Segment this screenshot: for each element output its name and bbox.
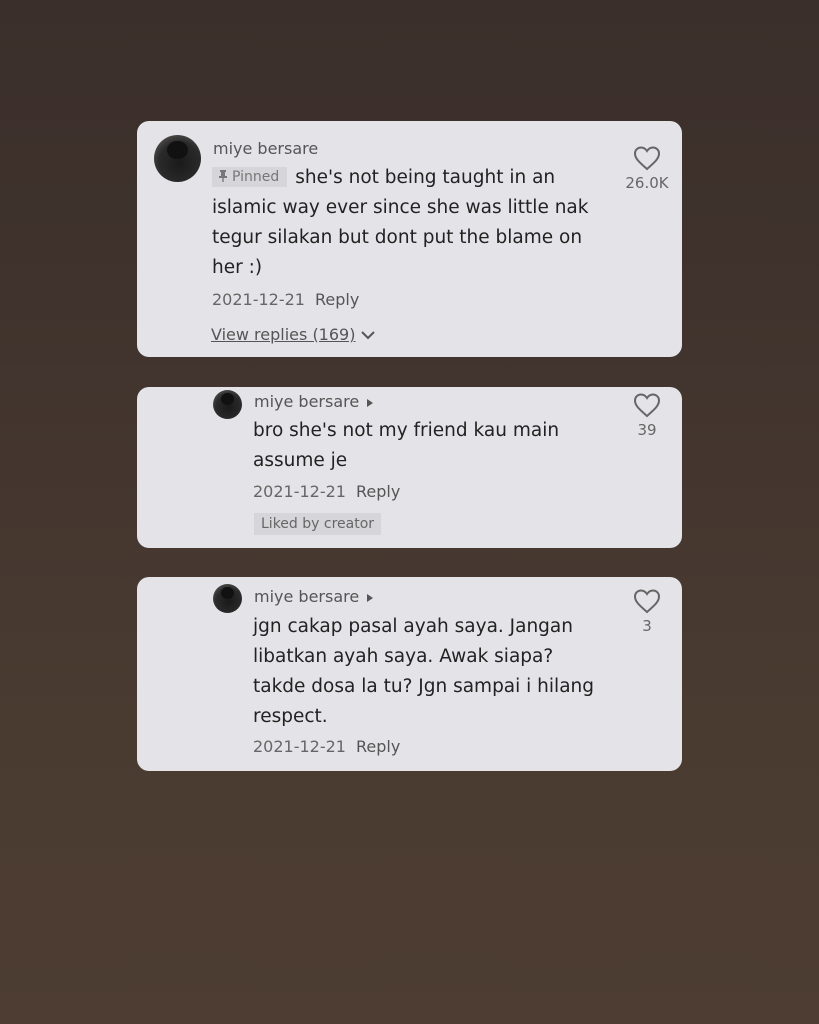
- reply-card: miye bersare jgn cakap pasal ayah saya. …: [137, 577, 682, 771]
- reply-text: jgn cakap pasal ayah saya. Jangan libatk…: [253, 612, 623, 732]
- reply-button[interactable]: Reply: [315, 290, 359, 309]
- like-count: 3: [642, 617, 652, 635]
- heart-outline-icon[interactable]: [633, 393, 661, 418]
- reply-username[interactable]: miye bersare: [254, 392, 374, 411]
- reply-line: jgn cakap pasal ayah saya. Jangan: [253, 616, 573, 637]
- comment-line: her :): [212, 257, 263, 278]
- reply-text: bro she's not my friend kau main assume …: [253, 416, 593, 476]
- comment-card-pinned: miye bersare Pinned she's not being taugh…: [137, 121, 682, 357]
- comment-text: Pinned she's not being taught in an islam…: [212, 163, 612, 283]
- like-count: 26.0K: [625, 174, 669, 192]
- like-control[interactable]: 26.0K: [612, 146, 682, 192]
- reply-meta: 2021-12-21 Reply: [253, 737, 400, 756]
- heart-outline-icon[interactable]: [633, 146, 661, 171]
- avatar[interactable]: [213, 390, 242, 419]
- pin-icon: [219, 170, 227, 182]
- reply-button[interactable]: Reply: [356, 737, 400, 756]
- reply-line: takde dosa la tu? Jgn sampai i hilang: [253, 676, 594, 697]
- reply-date: 2021-12-21: [253, 482, 346, 501]
- reply-date: 2021-12-21: [253, 737, 346, 756]
- comment-date: 2021-12-21: [212, 290, 305, 309]
- play-arrow-icon: [367, 398, 374, 407]
- reply-line: libatkan ayah saya. Awak siapa?: [253, 646, 554, 667]
- like-control[interactable]: 39: [612, 393, 682, 439]
- reply-line: bro she's not my friend kau main: [253, 420, 560, 441]
- play-arrow-icon: [367, 593, 374, 602]
- liked-by-creator-badge: Liked by creator: [254, 513, 382, 535]
- heart-outline-icon[interactable]: [633, 589, 661, 614]
- comment-line: she's not being taught in an: [295, 167, 556, 188]
- reply-username-label: miye bersare: [254, 587, 360, 606]
- comment-username[interactable]: miye bersare: [213, 139, 318, 158]
- view-replies-label: View replies (169): [211, 325, 356, 344]
- reply-username-label: miye bersare: [254, 392, 360, 411]
- like-count: 39: [637, 421, 657, 439]
- reply-button[interactable]: Reply: [356, 482, 400, 501]
- reply-username[interactable]: miye bersare: [254, 587, 374, 606]
- comment-line: tegur silakan but dont put the blame on: [212, 227, 583, 248]
- chevron-down-icon: [361, 331, 376, 340]
- pinned-badge: Pinned: [212, 167, 288, 187]
- reply-card: miye bersare bro she's not my friend kau…: [137, 387, 682, 548]
- comment-meta: 2021-12-21 Reply: [212, 290, 359, 309]
- avatar[interactable]: [213, 584, 242, 613]
- view-replies-button[interactable]: View replies (169): [211, 325, 376, 344]
- comment-line: islamic way ever since she was little na…: [212, 197, 589, 218]
- reply-line: assume je: [253, 450, 348, 471]
- like-control[interactable]: 3: [612, 589, 682, 635]
- pinned-label: Pinned: [232, 169, 280, 185]
- reply-line: respect.: [253, 706, 328, 727]
- avatar[interactable]: [154, 135, 201, 182]
- reply-meta: 2021-12-21 Reply: [253, 482, 400, 501]
